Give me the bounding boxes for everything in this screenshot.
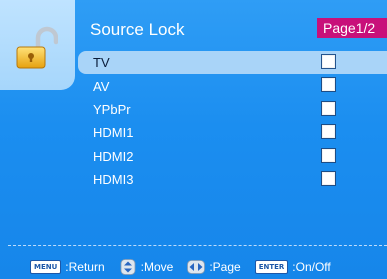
move-action-label: :Move bbox=[140, 260, 174, 274]
lock-checkbox[interactable] bbox=[321, 170, 336, 186]
source-item-hdmi1[interactable]: HDMI1 bbox=[78, 121, 387, 144]
footer-hints: MENU :Return :Move :Page ENTER :On/Off bbox=[30, 257, 331, 277]
page-action-label: :Page bbox=[209, 260, 241, 274]
lock-icon-panel bbox=[0, 0, 75, 90]
lock-checkbox[interactable] bbox=[321, 147, 336, 163]
source-label: AV bbox=[93, 78, 110, 94]
lock-checkbox[interactable] bbox=[321, 124, 336, 140]
source-item-ypbpr[interactable]: YPbPr bbox=[78, 98, 387, 121]
source-item-hdmi2[interactable]: HDMI2 bbox=[78, 145, 387, 168]
page-indicator: Page1/2 bbox=[317, 18, 387, 38]
menu-action-label: :Return bbox=[65, 260, 105, 274]
menu-title: Source Lock bbox=[90, 20, 185, 39]
lock-checkbox[interactable] bbox=[321, 100, 336, 116]
source-list: TV AV YPbPr HDMI1 HDMI2 HDMI3 bbox=[78, 51, 387, 191]
up-down-arrows-icon bbox=[120, 259, 136, 275]
left-right-arrows-icon bbox=[187, 260, 206, 274]
source-label: YPbPr bbox=[93, 101, 131, 117]
padlock-open-icon bbox=[16, 26, 58, 69]
source-item-hdmi3[interactable]: HDMI3 bbox=[78, 168, 387, 191]
source-label: HDMI2 bbox=[93, 148, 134, 164]
enter-key: ENTER bbox=[254, 260, 289, 274]
enter-action-label: :On/Off bbox=[292, 260, 331, 274]
source-label: TV bbox=[93, 55, 110, 71]
footer-divider bbox=[8, 245, 387, 246]
lock-checkbox[interactable] bbox=[321, 54, 336, 69]
source-label: HDMI3 bbox=[93, 172, 134, 188]
source-label: HDMI1 bbox=[93, 125, 134, 141]
source-item-tv[interactable]: TV bbox=[78, 51, 387, 75]
lock-checkbox[interactable] bbox=[321, 77, 336, 93]
source-lock-menu: Source Lock Page1/2 TV AV YPbPr HDMI1 HD… bbox=[0, 0, 387, 279]
menu-key: MENU bbox=[30, 260, 62, 274]
source-item-av[interactable]: AV bbox=[78, 74, 387, 97]
